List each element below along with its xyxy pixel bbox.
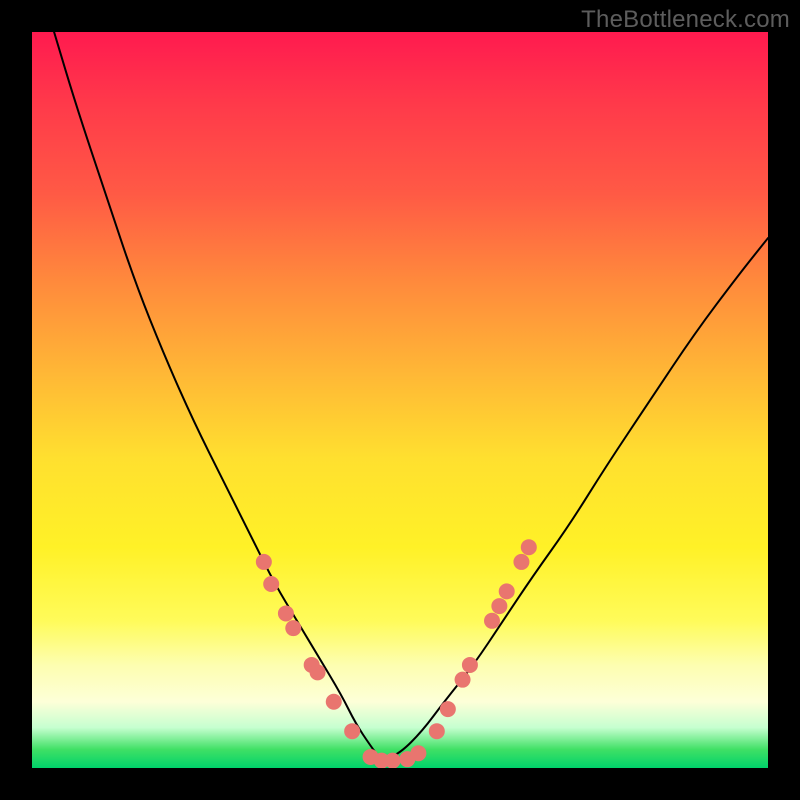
data-dot [513, 554, 529, 570]
chart-frame: TheBottleneck.com [0, 0, 800, 800]
data-dot [499, 583, 515, 599]
data-dot [440, 701, 456, 717]
data-dot [256, 554, 272, 570]
plot-area [32, 32, 768, 768]
data-dot [285, 620, 301, 636]
data-dot [429, 723, 445, 739]
data-dot [310, 664, 326, 680]
data-dot [278, 605, 294, 621]
watermark-text: TheBottleneck.com [581, 6, 790, 34]
data-dot [491, 598, 507, 614]
data-dot [385, 753, 401, 768]
data-dot [462, 657, 478, 673]
data-dot [410, 745, 426, 761]
chart-svg [32, 32, 768, 768]
data-dot [484, 613, 500, 629]
data-dot [326, 694, 342, 710]
data-dot [455, 672, 471, 688]
left-curve [54, 32, 382, 761]
scatter-dots [256, 539, 537, 768]
data-dot [344, 723, 360, 739]
right-curve [382, 238, 768, 761]
data-dot [263, 576, 279, 592]
data-dot [521, 539, 537, 555]
